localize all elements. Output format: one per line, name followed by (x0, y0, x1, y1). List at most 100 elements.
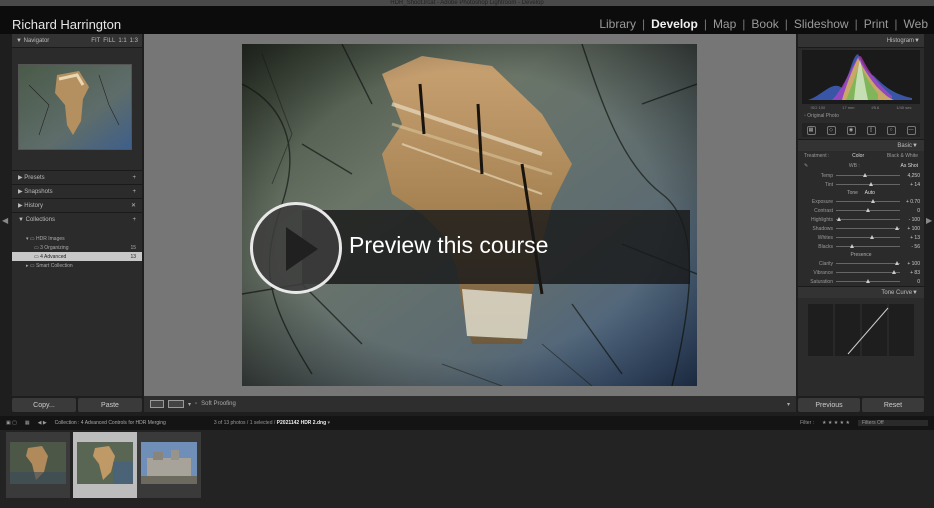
copy-settings-button[interactable]: Copy... (12, 398, 76, 412)
slider-value[interactable]: - 100 (900, 217, 920, 223)
slider-vibrance[interactable]: Vibrance + 83 (798, 268, 924, 277)
slider-blacks[interactable]: Blacks - 56 (798, 242, 924, 251)
slider-knob[interactable] (894, 261, 899, 265)
nav-back-icon[interactable]: ◀ ▶ (38, 420, 47, 426)
red-eye-icon[interactable]: ◉ (846, 125, 856, 135)
slider-tint[interactable]: Tint + 14 (798, 180, 924, 189)
slider-knob[interactable] (850, 244, 854, 248)
previous-button[interactable]: Previous (798, 398, 860, 412)
slider-track[interactable] (836, 182, 900, 186)
grid-crop-icon[interactable]: ▦ (806, 125, 816, 135)
module-develop[interactable]: Develop (645, 17, 704, 31)
filmstrip-thumb-selected[interactable] (73, 432, 137, 498)
slider-knob[interactable] (862, 173, 867, 177)
slider-track[interactable] (836, 261, 900, 265)
slider-value[interactable]: + 14 (900, 182, 920, 188)
zoom-fit[interactable]: FIT (91, 38, 100, 44)
tone-curve-graph[interactable] (808, 304, 914, 356)
source-path[interactable]: Collection : 4 Advanced Controls for HDR… (55, 420, 166, 426)
toolbar-menu-chevron-icon[interactable]: ▾ (787, 401, 796, 408)
slider-track[interactable] (836, 244, 900, 248)
filters-off-select[interactable]: Filters Off (858, 420, 928, 426)
slider-value[interactable]: + 100 (900, 261, 920, 267)
slider-knob[interactable] (894, 226, 899, 230)
collection-set-hdr[interactable]: ▾ ▭ HDR Images (12, 234, 142, 243)
histogram[interactable] (802, 50, 920, 104)
slider-value[interactable]: 0 (900, 279, 920, 285)
module-web[interactable]: Web (898, 17, 934, 31)
graduated-filter-icon[interactable]: ▯ (866, 125, 876, 135)
slider-knob[interactable] (891, 270, 896, 274)
slider-track[interactable] (836, 270, 900, 274)
paste-settings-button[interactable]: Paste (78, 398, 142, 412)
snapshots-section[interactable]: ▶ Snapshots + (12, 184, 142, 198)
slider-shadows[interactable]: Shadows + 100 (798, 224, 924, 233)
zoom-1-1[interactable]: 1:1 (118, 38, 126, 44)
soft-proofing-checkbox[interactable]: ▫ (195, 401, 197, 407)
slider-value[interactable]: + 13 (900, 235, 920, 241)
treatment-color[interactable]: Color (852, 153, 864, 159)
slider-exposure[interactable]: Exposure + 0.70 (798, 197, 924, 206)
slider-knob[interactable] (869, 182, 874, 186)
collection-item[interactable]: ▭ 3 Organizing 15 (12, 243, 142, 252)
slider-knob[interactable] (871, 199, 876, 203)
slider-clarity[interactable]: Clarity + 100 (798, 259, 924, 268)
grid-view-icon[interactable]: ▦ (25, 420, 30, 426)
smart-collection-set[interactable]: ▸ ▭ Smart Collection (12, 261, 142, 270)
original-photo-toggle[interactable]: ▫ Original Photo (798, 111, 924, 121)
basic-header[interactable]: Basic ▼ (798, 139, 924, 151)
module-slideshow[interactable]: Slideshow (788, 17, 855, 31)
history-section[interactable]: ▶ History ✕ (12, 198, 142, 212)
reset-button[interactable]: Reset (862, 398, 924, 412)
slider-contrast[interactable]: Contrast 0 (798, 206, 924, 215)
slider-value[interactable]: 4,250 (900, 173, 920, 179)
slider-value[interactable]: + 0.70 (900, 199, 920, 205)
dropdown-chevron-icon[interactable]: ▾ (188, 401, 191, 408)
slider-highlights[interactable]: Highlights - 100 (798, 215, 924, 224)
left-panel-toggle-icon[interactable]: ◀ (2, 216, 8, 225)
slider-value[interactable]: + 83 (900, 270, 920, 276)
right-panel-toggle-icon[interactable]: ▶ (926, 216, 932, 225)
slider-track[interactable] (836, 226, 900, 230)
add-snapshot-icon[interactable]: + (132, 189, 136, 195)
rating-filter-icon[interactable]: ★ ★ ★ ★ ★ (822, 420, 850, 426)
module-print[interactable]: Print (858, 17, 895, 31)
add-preset-icon[interactable]: + (132, 175, 136, 181)
auto-tone-button[interactable]: Auto (865, 190, 875, 196)
slider-value[interactable]: - 56 (900, 244, 920, 250)
slider-knob[interactable] (837, 217, 842, 221)
slider-knob[interactable] (866, 279, 870, 283)
presets-section[interactable]: ▶ Presets + (12, 170, 142, 184)
slider-value[interactable]: 0 (900, 208, 920, 214)
tone-curve-header[interactable]: Tone Curve ▼ (798, 286, 924, 298)
navigator-header[interactable]: ▼ Navigator FIT FILL 1:1 1:3 (12, 34, 142, 48)
navigator-preview[interactable] (18, 64, 132, 150)
wb-select[interactable]: As Shot (900, 163, 918, 169)
slider-knob[interactable] (869, 235, 874, 239)
preview-course-text[interactable]: Preview this course (349, 232, 548, 259)
slider-track[interactable] (836, 199, 900, 203)
collections-section[interactable]: ▼ Collections + (12, 212, 142, 226)
radial-filter-icon[interactable]: ○ (886, 125, 896, 135)
slider-track[interactable] (836, 173, 900, 177)
zoom-1-3[interactable]: 1:3 (130, 38, 138, 44)
slider-track[interactable] (836, 217, 900, 221)
zoom-fill[interactable]: FILL (103, 38, 115, 44)
slider-saturation[interactable]: Saturation 0 (798, 277, 924, 286)
slider-value[interactable]: + 100 (900, 226, 920, 232)
slider-knob[interactable] (866, 208, 870, 212)
before-after-icon[interactable] (168, 400, 184, 408)
loupe-view-icon[interactable] (150, 400, 164, 408)
treatment-bw[interactable]: Black & White (887, 153, 918, 159)
module-library[interactable]: Library (593, 17, 642, 31)
module-map[interactable]: Map (707, 17, 742, 31)
adjustment-brush-icon[interactable]: — (906, 125, 916, 135)
slider-track[interactable] (836, 208, 900, 212)
slider-whites[interactable]: Whites + 13 (798, 233, 924, 242)
module-book[interactable]: Book (745, 17, 784, 31)
filmstrip-thumb[interactable] (137, 432, 201, 498)
collection-item-selected[interactable]: ▭ 4 Advanced 13 (12, 252, 142, 261)
clear-history-icon[interactable]: ✕ (131, 202, 136, 209)
spot-removal-icon[interactable]: ◇ (826, 125, 836, 135)
slider-track[interactable] (836, 279, 900, 283)
